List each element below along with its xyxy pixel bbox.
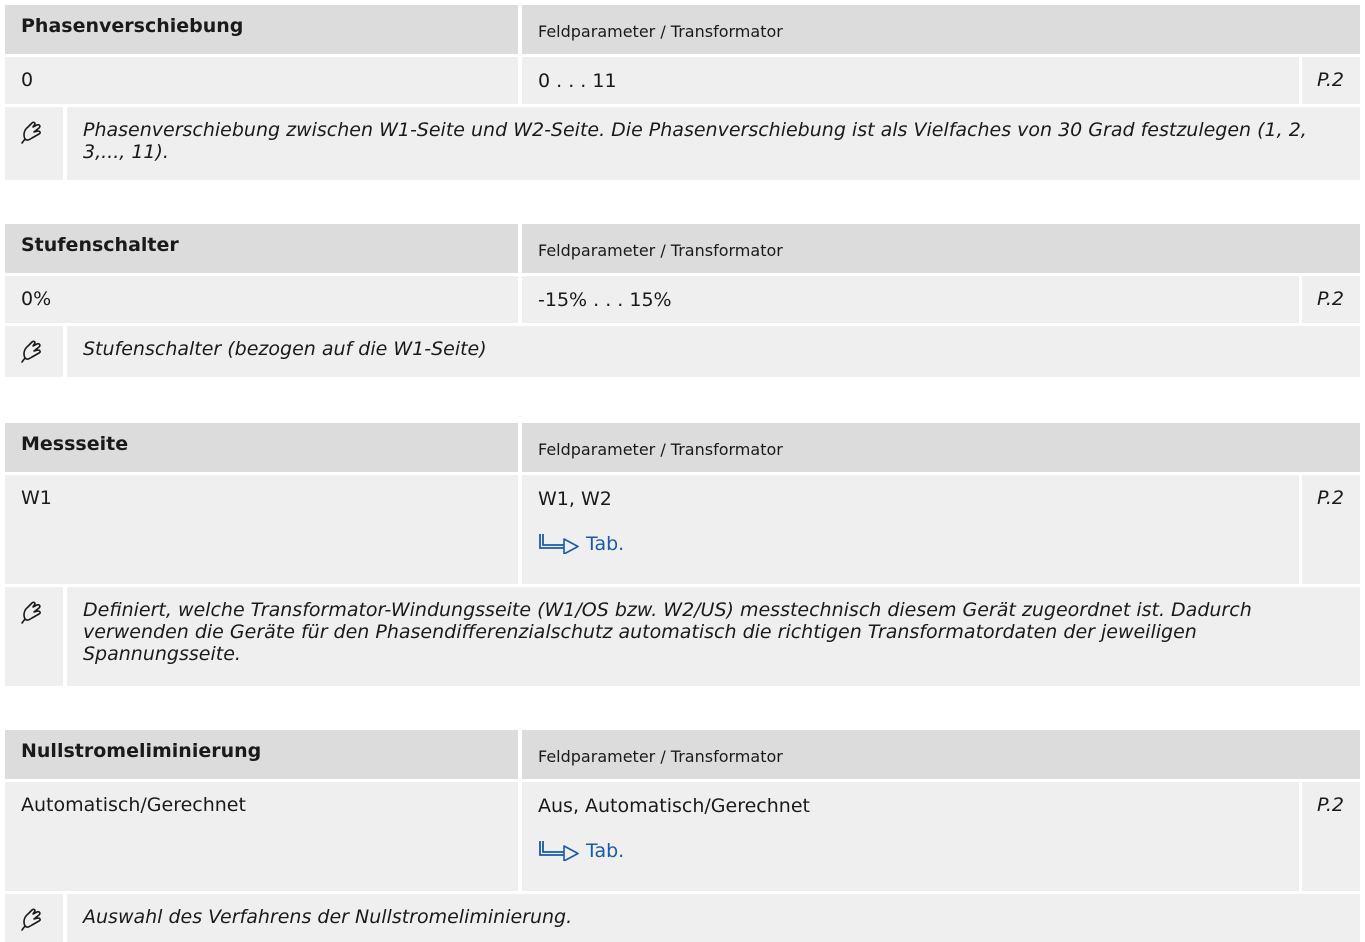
param-description: Definiert, welche Transformator-Windungs… [67,587,1360,686]
param-range-text: -15% . . . 15% [538,289,672,311]
tab-link-label[interactable]: Tab. [586,840,624,862]
param-description: Auswahl des Verfahrens der Nullstromelim… [67,894,1360,942]
param-description-row: Auswahl des Verfahrens der Nullstromelim… [5,894,1360,942]
param-default-value: 0% [5,276,518,323]
param-default-value: 0 [5,57,518,104]
table-arrow-icon [539,534,579,554]
tab-link[interactable]: Tab. [538,840,1299,862]
param-range-text: W1, W2 [538,488,612,510]
param-access-level: P.2 [1302,57,1360,104]
param-description-row: Phasenverschiebung zwischen W1-Seite und… [5,107,1360,180]
param-header-row: Nullstromeliminierung Feldparameter / Tr… [5,730,1360,779]
param-header-row: Stufenschalter Feldparameter / Transform… [5,224,1360,273]
param-value-row: 0% -15% . . . 15% P.2 [5,276,1360,323]
wrench-hand-icon [5,587,63,686]
wrench-hand-icon [5,107,63,180]
param-access-level: P.2 [1302,782,1360,891]
param-block-phasenverschiebung: Phasenverschiebung Feldparameter / Trans… [5,5,1360,180]
param-access-level: P.2 [1302,475,1360,584]
param-range-text: Aus, Automatisch/Gerechnet [538,795,810,817]
param-description-row: Stufenschalter (bezogen auf die W1-Seite… [5,326,1360,377]
param-value-row: W1 W1, W2 Tab. P.2 [5,475,1360,584]
tab-link-label[interactable]: Tab. [586,533,624,555]
param-range: W1, W2 Tab. [522,475,1299,584]
tab-link[interactable]: Tab. [538,533,1299,555]
param-header-row: Phasenverschiebung Feldparameter / Trans… [5,5,1360,54]
table-arrow-icon [539,841,579,861]
param-default-value: W1 [5,475,518,584]
param-range: Aus, Automatisch/Gerechnet Tab. [522,782,1299,891]
param-name: Nullstromeliminierung [5,730,518,779]
param-block-nullstromeliminierung: Nullstromeliminierung Feldparameter / Tr… [5,730,1360,942]
param-name: Messseite [5,423,518,472]
wrench-hand-icon [5,894,63,942]
param-menu-path: Feldparameter / Transformator [522,224,1360,273]
param-range: -15% . . . 15% [522,276,1299,323]
param-range-text: 0 . . . 11 [538,70,617,92]
param-menu-path: Feldparameter / Transformator [522,423,1360,472]
param-description-row: Definiert, welche Transformator-Windungs… [5,587,1360,686]
wrench-hand-icon [5,326,63,377]
param-value-row: Automatisch/Gerechnet Aus, Automatisch/G… [5,782,1360,891]
param-header-row: Messseite Feldparameter / Transformator [5,423,1360,472]
param-access-level: P.2 [1302,276,1360,323]
param-default-value: Automatisch/Gerechnet [5,782,518,891]
param-menu-path: Feldparameter / Transformator [522,5,1360,54]
param-menu-path: Feldparameter / Transformator [522,730,1360,779]
param-description: Stufenschalter (bezogen auf die W1-Seite… [67,326,1360,377]
param-description: Phasenverschiebung zwischen W1-Seite und… [67,107,1360,180]
param-range: 0 . . . 11 [522,57,1299,104]
param-name: Stufenschalter [5,224,518,273]
param-name: Phasenverschiebung [5,5,518,54]
param-value-row: 0 0 . . . 11 P.2 [5,57,1360,104]
param-block-stufenschalter: Stufenschalter Feldparameter / Transform… [5,224,1360,377]
param-block-messseite: Messseite Feldparameter / Transformator … [5,423,1360,686]
